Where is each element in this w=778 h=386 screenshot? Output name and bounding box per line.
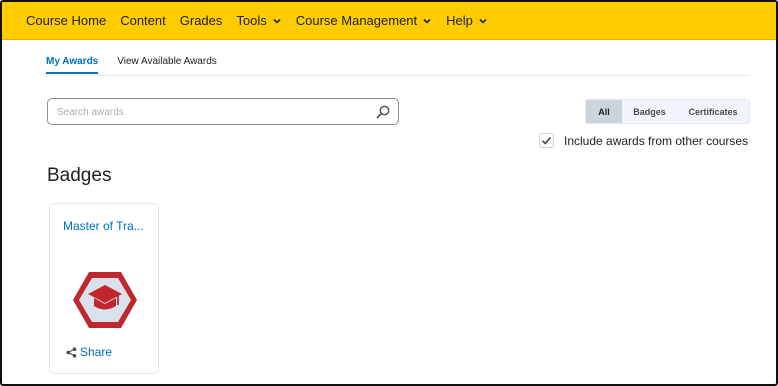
- award-title-link[interactable]: Master of Tra...: [63, 219, 144, 233]
- awards-tabs: My Awards View Available Awards: [46, 54, 750, 76]
- nav-label: Tools: [236, 13, 267, 28]
- nav-label: Content: [120, 13, 166, 28]
- share-icon: [66, 346, 77, 358]
- nav-label: Help: [446, 13, 473, 28]
- tab-my-awards[interactable]: My Awards: [46, 54, 99, 75]
- share-label: Share: [80, 345, 113, 359]
- course-navbar: Course Home Content Grades Tools Course …: [2, 2, 776, 40]
- include-other-courses: Include awards from other courses: [539, 133, 748, 148]
- nav-item-content[interactable]: Content: [120, 13, 166, 28]
- nav-item-grades[interactable]: Grades: [180, 13, 223, 28]
- search-box: [47, 98, 399, 125]
- graduation-cap-badge-icon: [73, 272, 137, 328]
- tab-view-available-awards[interactable]: View Available Awards: [117, 54, 217, 75]
- nav-item-course-management[interactable]: Course Management: [296, 13, 432, 28]
- filter-all-button[interactable]: All: [586, 100, 622, 123]
- chevron-down-icon: [478, 16, 488, 26]
- section-heading: Badges: [47, 165, 112, 186]
- include-other-courses-label: Include awards from other courses: [564, 133, 749, 148]
- share-button[interactable]: Share: [66, 345, 112, 359]
- filter-certificates-button[interactable]: Certificates: [677, 100, 749, 123]
- nav-item-tools[interactable]: Tools: [236, 13, 281, 28]
- search-icon[interactable]: [375, 104, 391, 120]
- nav-item-help[interactable]: Help: [446, 13, 488, 28]
- award-type-filter: All Badges Certificates: [585, 99, 750, 124]
- chevron-down-icon: [422, 16, 432, 26]
- nav-label: Course Home: [26, 13, 107, 28]
- filter-badges-button[interactable]: Badges: [622, 100, 677, 123]
- checkmark-icon: [541, 137, 552, 145]
- nav-label: Course Management: [295, 13, 418, 28]
- search-input[interactable]: [57, 105, 367, 119]
- chevron-down-icon: [272, 16, 282, 26]
- nav-label: Grades: [179, 13, 223, 28]
- award-card: Master of Tra... Share: [49, 203, 159, 374]
- app-frame: Course Home Content Grades Tools Course …: [0, 0, 778, 386]
- nav-item-course-home[interactable]: Course Home: [26, 13, 106, 28]
- include-other-courses-checkbox[interactable]: [539, 133, 554, 148]
